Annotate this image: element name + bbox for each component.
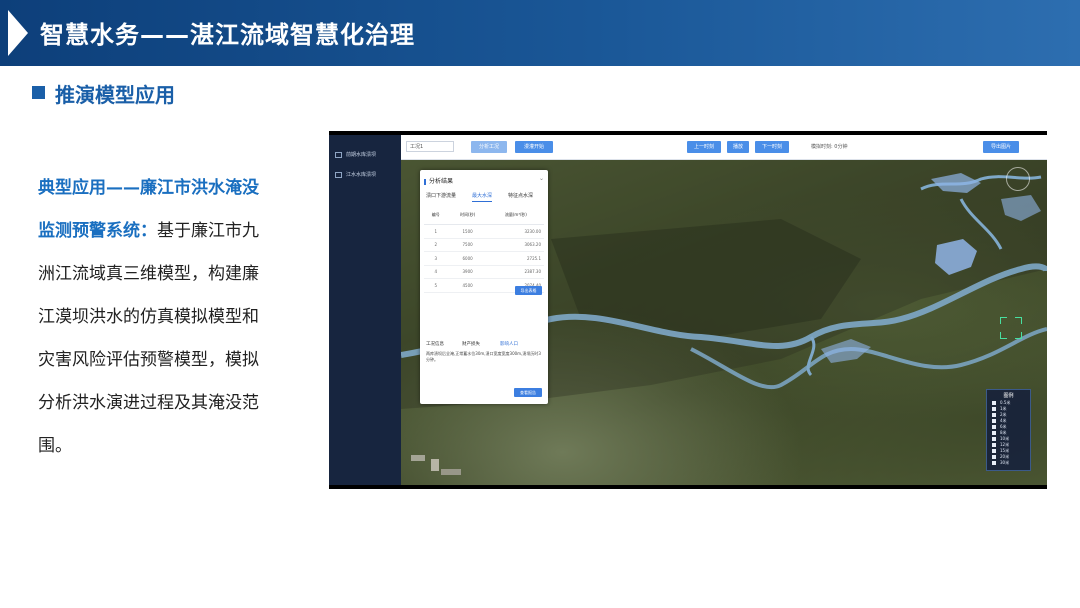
export-image-button[interactable]: 导出图片	[983, 141, 1019, 153]
table-cell: 3900	[447, 265, 488, 279]
table-header-row: 编号 时间(秒) 流量(m³/秒)	[424, 206, 544, 225]
analysis-button[interactable]: 分析工况	[471, 141, 507, 153]
section-bullet-icon	[32, 86, 45, 99]
sidebar-item-1[interactable]: 前期水库溃坝	[335, 151, 376, 158]
table-cell: 2387.30	[487, 265, 544, 279]
tab-downstream-flow[interactable]: 溃口下游流量	[426, 192, 456, 199]
table-cell: 3230.00	[487, 224, 544, 239]
list-icon	[335, 171, 342, 178]
prev-time-button[interactable]: 上一时刻	[687, 141, 721, 153]
sim-time-text: 模拟时刻: 0分钟	[811, 144, 848, 150]
play-button[interactable]: 播放	[727, 141, 749, 153]
map-toolbar: 工况1 分析工况 漫灌开始 上一时刻 播放 下一时刻 模拟时刻: 0分钟 导出图…	[401, 135, 1047, 160]
view-report-button[interactable]: 查看报告	[514, 388, 542, 397]
info-label-population[interactable]: 影响人口	[500, 341, 518, 347]
app-screenshot: 前期水库溃坝 江水水库溃坝 工况1 分析工况 漫灌开始 上一时刻 播放 下一时刻…	[329, 131, 1047, 489]
table-row: 3 6000 2725.1	[424, 251, 544, 266]
sidebar-item-2[interactable]: 江水水库溃坝	[335, 171, 376, 178]
table-cell: 1	[424, 224, 448, 239]
table-row: 1 1500 3230.00	[424, 224, 544, 239]
info-label-case: 工况信息	[426, 342, 444, 347]
table-cell: 1500	[447, 224, 488, 239]
table-cell: 3063.20	[487, 238, 544, 252]
case-note: 两库溃坝后全淹,正常蓄水位30m,溃口宽度宽度300m,溃坝历时3分钟。	[426, 351, 541, 362]
list-icon	[335, 151, 342, 158]
table-cell: 3	[424, 251, 448, 266]
table-header: 时间(秒)	[447, 206, 488, 225]
table-row: 2 7500 3063.20	[424, 238, 544, 252]
collapse-icon[interactable]: ⌄	[539, 175, 544, 182]
analysis-panel: 分析结果 ⌄ 溃口下游流量 最大水深 特征点水深 编号 时间(秒) 流量(m³/…	[420, 170, 548, 404]
table-cell: 4	[424, 265, 448, 279]
flow-table: 编号 时间(秒) 流量(m³/秒) 1 1500 3230.00 2 7500 3063…	[424, 206, 544, 293]
panel-title: 分析结果	[424, 176, 453, 185]
table-row: 4 3900 2387.30	[424, 265, 544, 279]
focus-target-icon[interactable]	[1000, 317, 1022, 339]
table-header: 流量(m³/秒)	[487, 206, 544, 225]
title-banner: 智慧水务——湛江流域智慧化治理	[0, 0, 1080, 66]
table-cell: 4500	[447, 278, 488, 293]
legend-title: 图例	[1003, 393, 1014, 399]
table-header: 编号	[424, 206, 448, 225]
table-cell: 2725.1	[487, 251, 544, 266]
tab-feature-depth[interactable]: 特征点水深	[508, 192, 533, 199]
table-cell: 6000	[447, 251, 488, 266]
depth-legend: 图例 0.5米 1米 2米 4米 6米 8米 10米 12米 15米 20米 3…	[986, 389, 1031, 471]
info-label-loss: 财产损失	[462, 342, 480, 347]
legend-item: 30米	[992, 460, 1009, 466]
sidebar: 前期水库溃坝 江水水库溃坝	[329, 135, 401, 485]
next-time-button[interactable]: 下一时刻	[755, 141, 789, 153]
slide-title: 智慧水务——湛江流域智慧化治理	[40, 21, 415, 49]
compass-icon[interactable]	[1006, 167, 1030, 191]
table-cell: 5	[424, 278, 448, 293]
tab-max-depth[interactable]: 最大水深	[472, 192, 493, 202]
section-title: 推演模型应用	[55, 83, 175, 107]
table-cell: 7500	[447, 238, 488, 252]
description-text: 典型应用——廉江市洪水淹没监测预警系统：基于廉江市九洲江流域真三维模型，构建廉江…	[38, 167, 270, 468]
banner-arrow-icon	[8, 10, 28, 56]
scenario-select[interactable]: 工况1	[406, 141, 454, 152]
table-cell: 2	[424, 238, 448, 252]
description-body: 基于廉江市九洲江流域真三维模型，构建廉江漠坝洪水的仿真模拟模型和灾害风险评估预警…	[38, 221, 259, 456]
export-table-button[interactable]: 导出表格	[515, 286, 542, 295]
flood-start-button[interactable]: 漫灌开始	[515, 141, 553, 153]
